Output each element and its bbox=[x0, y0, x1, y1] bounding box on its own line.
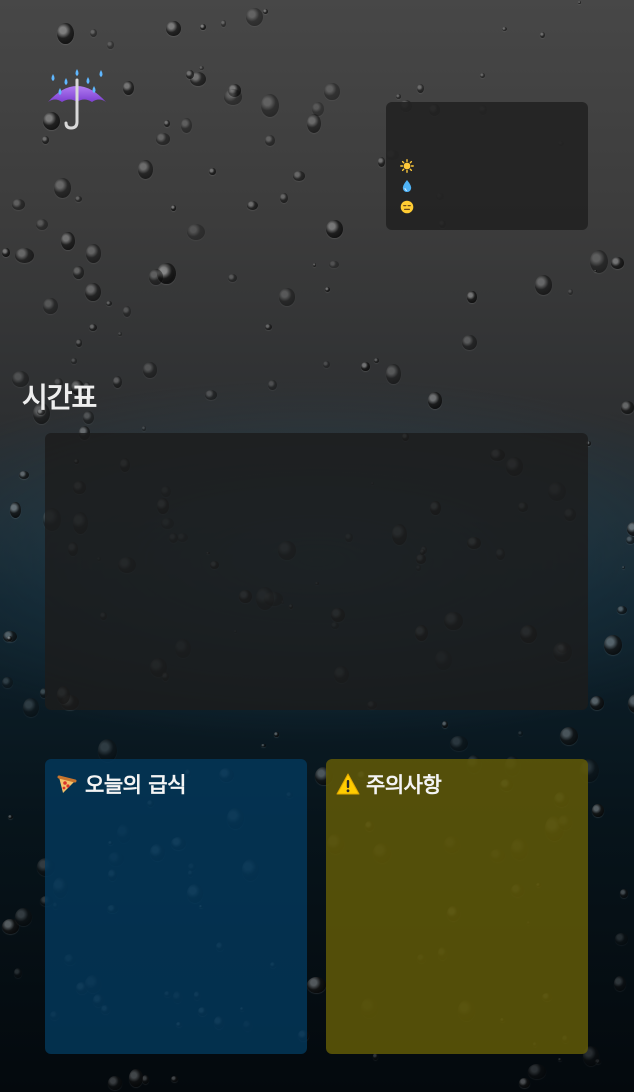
meal-card-header: 오늘의 급식 bbox=[55, 769, 186, 799]
meal-card-title: 오늘의 급식 bbox=[85, 773, 186, 797]
timetable-panel bbox=[45, 433, 588, 710]
warning-icon bbox=[336, 772, 360, 796]
sun-icon bbox=[399, 158, 415, 174]
notice-card: 주의사항 bbox=[326, 759, 588, 1054]
notice-card-header: 주의사항 bbox=[336, 769, 442, 799]
timetable-title: 시간표 bbox=[22, 381, 97, 414]
umbrella-with-rain-icon bbox=[44, 66, 110, 132]
pizza-icon bbox=[55, 772, 79, 796]
weather-card bbox=[386, 102, 588, 230]
droplet-icon bbox=[399, 178, 415, 194]
neutral-face-icon bbox=[399, 199, 415, 215]
meal-card: 오늘의 급식 bbox=[45, 759, 307, 1054]
notice-card-title: 주의사항 bbox=[366, 773, 442, 797]
